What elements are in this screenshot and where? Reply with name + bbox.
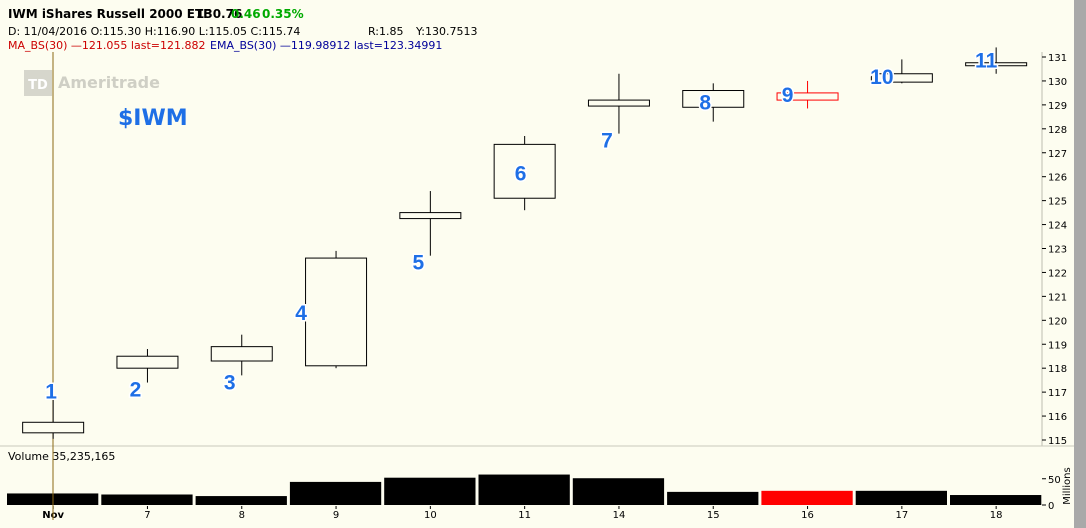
candle-body	[116, 355, 179, 369]
volume-bar	[667, 491, 759, 505]
price-tick-label: 121	[1048, 292, 1067, 303]
volume-bars	[7, 474, 1042, 505]
candle-body	[682, 90, 745, 108]
candle-number-label: 7	[601, 130, 613, 153]
candle-body	[305, 257, 368, 367]
volume-bar	[950, 495, 1042, 505]
candle-number-label: 8	[699, 91, 711, 114]
volume-bar	[384, 477, 476, 505]
volume-bar	[761, 490, 853, 505]
candle-number-label: 4	[295, 302, 307, 325]
price-tick-label: 128	[1048, 125, 1067, 136]
volume-unit-label: Millions	[1062, 467, 1073, 504]
volume-bar	[855, 490, 947, 505]
price-tick-label: 117	[1048, 388, 1067, 399]
candle-number-label: 11	[975, 49, 998, 72]
volume-tick-label: 50	[1048, 475, 1061, 486]
r-readout: R:1.85	[368, 25, 404, 38]
price-tick-label: 115	[1048, 436, 1067, 447]
td-logo-text: TD	[28, 78, 48, 93]
price-tick-label: 124	[1048, 221, 1067, 232]
watermark: Ameritrade	[58, 73, 160, 92]
volume-bar	[478, 474, 570, 505]
date-tick-label: 11	[518, 510, 531, 521]
price-tick-label: 118	[1048, 364, 1067, 375]
price-change: 0.46	[231, 7, 261, 21]
price-tick-label: 130	[1048, 77, 1067, 88]
candle-number-label: 3	[224, 371, 236, 394]
volume-axis-ticks: 0 50	[1042, 475, 1061, 512]
ohlc-readout: D: 11/04/2016 O:115.30 H:116.90 L:115.05…	[8, 25, 300, 38]
volume-bar	[289, 481, 382, 505]
price-tick-label: 131	[1048, 53, 1067, 64]
date-tick-label: 7	[144, 510, 150, 521]
candle-number-label: 10	[870, 66, 893, 89]
candle-body	[22, 421, 85, 434]
candle-number-label: 2	[130, 379, 142, 402]
chart[interactable]: IWM iShares Russell 2000 ETF 130.76 0.46…	[0, 0, 1086, 528]
candle-body	[210, 346, 273, 362]
ma-study-label: MA_BS(30) —121.055 last=121.882	[8, 39, 205, 52]
ema-study-label: EMA_BS(30) —119.98912 last=123.34991	[210, 39, 442, 52]
date-tick-label: 16	[801, 510, 814, 521]
price-tick-label: 126	[1048, 173, 1067, 184]
date-tick-label: 8	[239, 510, 245, 521]
candle-number-labels: 1 2 3 4 5 6 7 8 9 10 11	[44, 48, 999, 405]
price-tick-label: 129	[1048, 101, 1067, 112]
candle-number-label: 5	[413, 252, 425, 275]
price-tick-label: 120	[1048, 316, 1067, 327]
price-axis-ticks: 115 116 117 118 119 120 121 122 123 124 125 126 127 1…	[1042, 53, 1067, 447]
right-scrollbar[interactable]	[1074, 0, 1086, 528]
price-change-percent: 0.35%	[262, 7, 304, 21]
price-tick-label: 122	[1048, 268, 1067, 279]
candle-body	[587, 99, 650, 107]
candle-number-label: 9	[782, 84, 794, 107]
date-tick-label: 10	[424, 510, 437, 521]
volume-bar	[572, 478, 665, 505]
candle-number-label: 1	[45, 381, 57, 404]
volume-label: Volume 35,235,165	[8, 450, 115, 463]
price-tick-label: 116	[1048, 412, 1067, 423]
price-tick-label: 123	[1048, 245, 1067, 256]
date-tick-label: 9	[333, 510, 339, 521]
candle-number-label: 6	[515, 162, 527, 185]
y-readout: Y:130.7513	[415, 25, 477, 38]
volume-bar	[101, 494, 193, 505]
symbol-title: IWM iShares Russell 2000 ETF	[8, 7, 211, 21]
price-tick-label: 125	[1048, 197, 1067, 208]
volume-bar	[195, 496, 287, 505]
date-tick-label: 17	[895, 510, 908, 521]
price-tick-label: 127	[1048, 149, 1067, 160]
candle-body	[399, 212, 462, 220]
date-tick-label: 14	[613, 510, 626, 521]
date-tick-label: 18	[990, 510, 1003, 521]
ticker-overlay: $IWM	[118, 106, 188, 131]
date-tick-label: 15	[707, 510, 720, 521]
price-tick-label: 119	[1048, 340, 1067, 351]
volume-tick-label: 0	[1048, 501, 1054, 512]
